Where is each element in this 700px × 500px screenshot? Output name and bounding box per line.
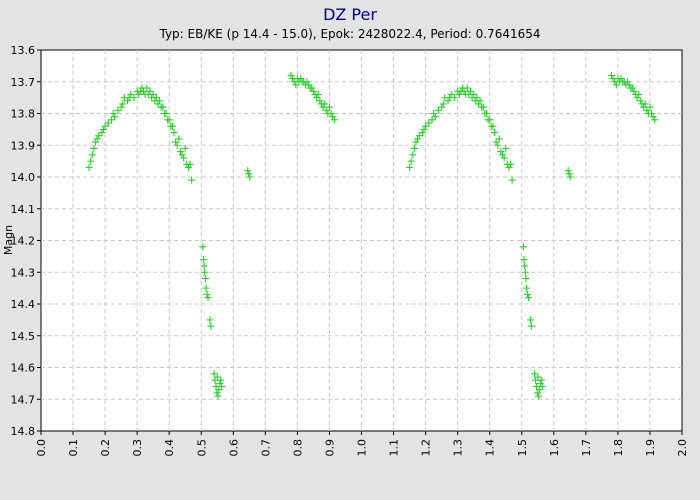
y-tick-label: 14.3 xyxy=(11,266,36,279)
x-tick-label: 0.9 xyxy=(323,439,336,457)
y-tick-label: 14.6 xyxy=(11,362,36,375)
x-tick-label: 0.6 xyxy=(227,439,240,457)
y-tick-label: 13.8 xyxy=(11,108,36,121)
x-tick-label: 1.7 xyxy=(580,439,593,457)
x-tick-label: 1.9 xyxy=(644,439,657,457)
light-curve-chart: DZ Per Typ: EB/KE (p 14.4 - 15.0), Epok:… xyxy=(2,5,689,457)
x-tick-label: 1.2 xyxy=(420,439,433,457)
grid xyxy=(41,50,682,431)
chart-subtitle: Typ: EB/KE (p 14.4 - 15.0), Epok: 242802… xyxy=(158,27,540,41)
x-tick-label: 0.0 xyxy=(35,439,48,457)
y-tick-label: 14.7 xyxy=(11,393,36,406)
y-tick-label: 14.4 xyxy=(11,298,36,311)
y-tick-label: 13.9 xyxy=(11,139,36,152)
x-tick-label: 1.4 xyxy=(484,439,497,457)
x-tick-label: 1.5 xyxy=(516,439,529,457)
x-tick-label: 1.8 xyxy=(612,439,625,457)
y-axis-label: Magn xyxy=(2,225,15,255)
x-tick-label: 1.0 xyxy=(356,439,369,457)
x-tick-label: 0.5 xyxy=(195,439,208,457)
x-tick-label: 0.8 xyxy=(291,439,304,457)
y-tick-label: 14.5 xyxy=(11,330,36,343)
x-tick-label: 1.1 xyxy=(388,439,401,457)
y-tick-label: 13.6 xyxy=(11,44,36,57)
x-tick-label: 0.3 xyxy=(131,439,144,457)
chart-title: DZ Per xyxy=(323,5,377,24)
y-tick-label: 14.1 xyxy=(11,203,36,216)
x-tick-label: 0.7 xyxy=(259,439,272,457)
x-tick-label: 1.6 xyxy=(548,439,561,457)
x-tick-label: 0.4 xyxy=(163,439,176,457)
y-tick-label: 14.8 xyxy=(11,425,36,438)
x-tick-label: 0.1 xyxy=(67,439,80,457)
y-tick-label: 14.0 xyxy=(11,171,36,184)
x-tick-label: 1.3 xyxy=(452,439,465,457)
x-tick-label: 2.0 xyxy=(676,439,689,457)
y-tick-label: 13.7 xyxy=(11,76,36,89)
x-tick-label: 0.2 xyxy=(99,439,112,457)
